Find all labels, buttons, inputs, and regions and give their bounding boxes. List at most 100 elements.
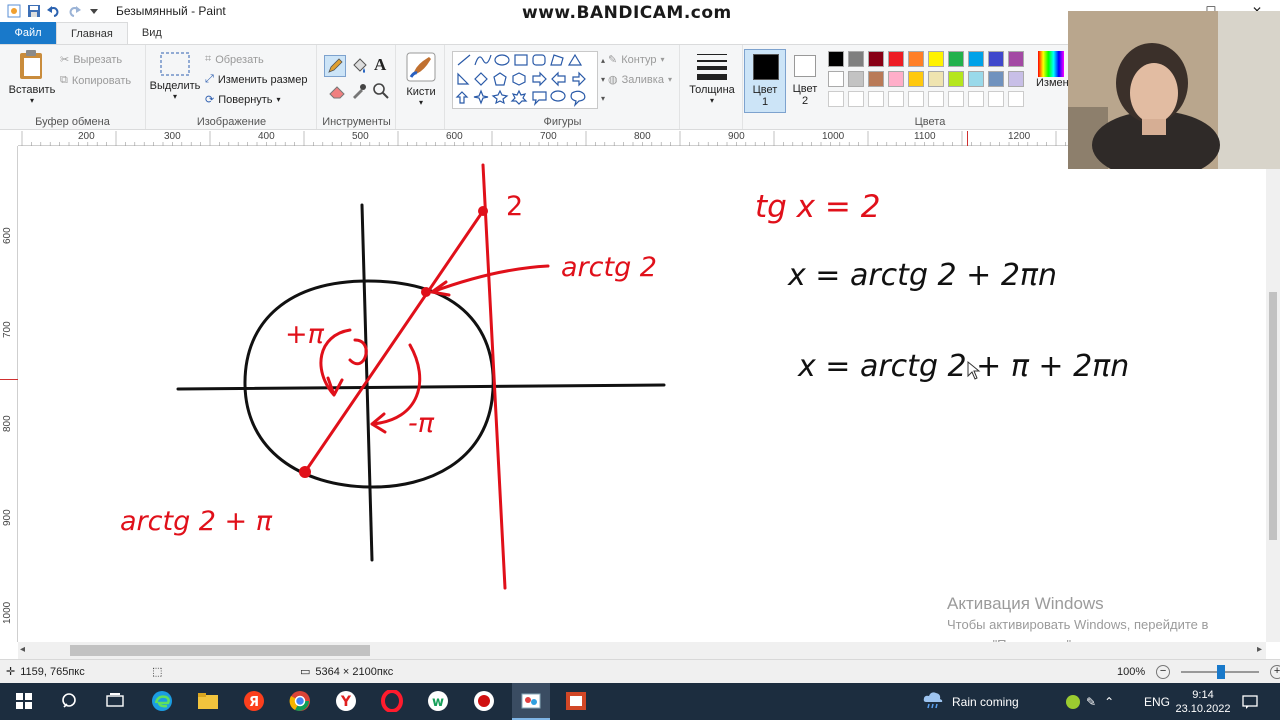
drawing-canvas[interactable]: 2 arctg 2 +π -π arctg 2 + π tg x = 2 x =… <box>18 146 1266 652</box>
tab-file[interactable]: Файл <box>0 22 56 44</box>
zoom-in-icon[interactable]: + <box>1270 665 1280 679</box>
palette-swatch-empty[interactable] <box>948 91 964 107</box>
palette-swatch[interactable] <box>868 51 884 67</box>
shapes-gallery[interactable] <box>452 51 598 109</box>
chrome-icon[interactable] <box>288 689 312 713</box>
color2-button[interactable]: Цвет 2 <box>786 45 824 129</box>
tab-view[interactable]: Вид <box>128 22 176 44</box>
drawing-svg[interactable]: 2 arctg 2 +π -π arctg 2 + π tg x = 2 x =… <box>18 146 1266 642</box>
palette-swatch[interactable] <box>908 51 924 67</box>
palette-swatch[interactable] <box>928 51 944 67</box>
save-icon[interactable] <box>26 3 42 19</box>
windows-start-icon[interactable] <box>12 689 36 713</box>
task-view-icon[interactable] <box>103 689 127 713</box>
bandicam-icon[interactable] <box>472 689 496 713</box>
palette-swatch[interactable] <box>828 51 844 67</box>
palette-swatch[interactable] <box>988 51 1004 67</box>
chevron-up-icon[interactable]: ⌃ <box>1104 695 1114 709</box>
group-size: Толщина ▾ <box>681 45 743 129</box>
customize-quick-access-icon[interactable] <box>86 3 102 19</box>
eraser-icon[interactable] <box>328 83 346 102</box>
yandex-browser-icon[interactable]: Я <box>242 689 266 713</box>
color-picker-icon[interactable] <box>351 83 367 102</box>
pen-icon[interactable]: ✎ <box>1086 695 1096 709</box>
palette-swatch[interactable] <box>848 71 864 87</box>
opera-icon[interactable] <box>380 689 404 713</box>
palette-swatch[interactable] <box>848 51 864 67</box>
palette-swatch-empty[interactable] <box>968 91 984 107</box>
language-indicator[interactable]: ENG <box>1144 683 1170 720</box>
vertical-ruler: 600 700 800 900 1000 <box>0 146 18 642</box>
notifications-icon[interactable] <box>1242 683 1258 720</box>
vertical-scrollbar[interactable] <box>1266 146 1280 642</box>
crop-button[interactable]: ⌗ Обрезать <box>205 53 264 66</box>
paint-taskbar-icon[interactable] <box>512 683 550 720</box>
select-dropdown-icon[interactable]: ▾ <box>149 92 201 101</box>
scroll-left-icon[interactable]: ◂ <box>20 644 25 655</box>
palette-swatch[interactable] <box>968 71 984 87</box>
fill-bucket-icon[interactable] <box>350 57 368 78</box>
palette-swatch[interactable] <box>1008 71 1024 87</box>
weather-widget[interactable]: Rain coming <box>922 683 1019 720</box>
palette-swatch-empty[interactable] <box>828 91 844 107</box>
palette-swatch-empty[interactable] <box>888 91 904 107</box>
clock[interactable]: 9:14 23.10.2022 <box>1175 683 1230 720</box>
zoom-out-icon[interactable]: − <box>1156 665 1171 679</box>
palette-swatch-empty[interactable] <box>988 91 1004 107</box>
wps-icon[interactable]: w <box>426 689 450 713</box>
tab-home[interactable]: Главная <box>56 22 128 44</box>
shapes-scroll[interactable]: ▴ ▾ ▾ <box>599 51 607 109</box>
paste-dropdown-icon[interactable]: ▾ <box>6 96 58 105</box>
undo-icon[interactable] <box>46 3 62 19</box>
text-tool-icon[interactable]: A <box>374 55 386 75</box>
palette-swatch-empty[interactable] <box>868 91 884 107</box>
select-button[interactable]: Выделить ▾ <box>149 51 201 101</box>
cut-button[interactable]: ✂ Вырезать <box>60 53 122 67</box>
zoom-slider-thumb[interactable] <box>1217 665 1226 679</box>
powerpoint-icon[interactable] <box>564 689 588 713</box>
system-tray-icons: ✎ ⌃ <box>1066 683 1114 720</box>
color1-label: Цвет <box>752 84 778 96</box>
brushes-button[interactable]: Кисти ▾ <box>401 51 441 107</box>
palette-swatch[interactable] <box>988 71 1004 87</box>
yandex-icon[interactable]: Y <box>334 689 358 713</box>
hruler-label: 200 <box>78 131 95 142</box>
palette-swatch[interactable] <box>948 51 964 67</box>
magnifier-icon[interactable] <box>373 83 389 102</box>
size-button[interactable]: Толщина ▾ <box>685 51 739 105</box>
palette-swatch[interactable] <box>948 71 964 87</box>
edit-colors-button[interactable]: Изменение цветов <box>1036 51 1131 115</box>
rotate-button[interactable]: ⟳ Повернуть ▾ <box>205 93 281 107</box>
outline-button[interactable]: ✎ Контур ▾ <box>608 53 665 67</box>
palette-swatch-empty[interactable] <box>928 91 944 107</box>
palette-swatch[interactable] <box>888 51 904 67</box>
palette-swatch[interactable] <box>868 71 884 87</box>
redo-icon[interactable] <box>66 3 82 19</box>
copy-button[interactable]: ⧉ Копировать <box>60 74 131 87</box>
file-explorer-icon[interactable] <box>196 689 220 713</box>
fill-button[interactable]: ◍ Заливка ▾ <box>608 73 672 87</box>
palette-swatch[interactable] <box>828 71 844 87</box>
palette-swatch[interactable] <box>928 71 944 87</box>
resize-button[interactable]: ⤢ Изменить размер <box>205 73 307 86</box>
palette-swatch[interactable] <box>1008 51 1024 67</box>
resize-icon: ⤢ <box>205 73 214 85</box>
paste-button[interactable]: Вставить ▾ <box>6 49 58 105</box>
palette-swatch-empty[interactable] <box>848 91 864 107</box>
pencil-icon[interactable] <box>324 55 346 77</box>
zoom-slider[interactable] <box>1181 665 1260 679</box>
palette-swatch[interactable] <box>908 71 924 87</box>
horizontal-scrollbar[interactable]: ◂ ▸ <box>18 642 1266 659</box>
horizontal-scroll-thumb[interactable] <box>70 645 370 656</box>
vertical-scroll-thumb[interactable] <box>1269 292 1277 540</box>
edit-colors-label: Изменение цветов <box>1036 77 1131 89</box>
palette-swatch[interactable] <box>888 71 904 87</box>
search-icon[interactable] <box>58 689 82 713</box>
scroll-right-icon[interactable]: ▸ <box>1257 644 1262 655</box>
color1-button[interactable]: Цвет 1 <box>744 49 786 113</box>
palette-swatch[interactable] <box>968 51 984 67</box>
edge-browser-icon[interactable] <box>150 689 174 713</box>
security-icon[interactable] <box>1066 694 1080 709</box>
palette-swatch-empty[interactable] <box>1008 91 1024 107</box>
palette-swatch-empty[interactable] <box>908 91 924 107</box>
